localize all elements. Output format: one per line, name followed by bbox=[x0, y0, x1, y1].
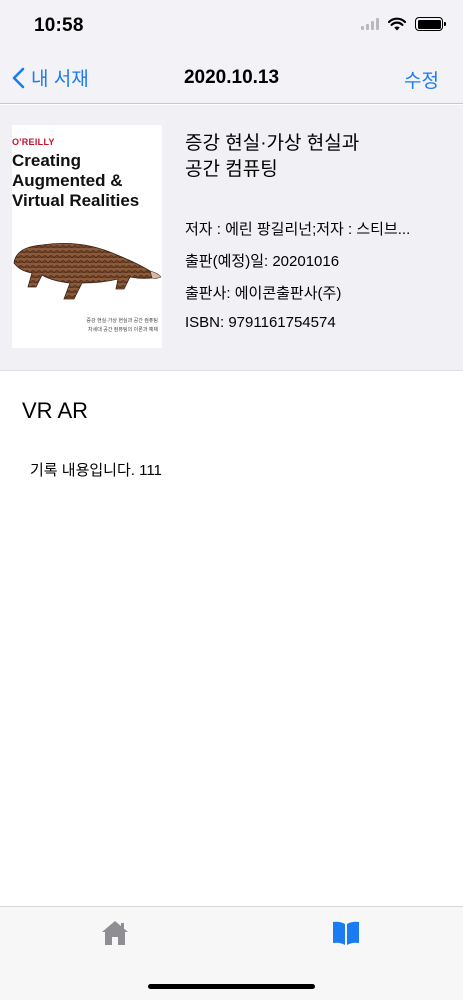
status-icons bbox=[361, 17, 446, 31]
tab-home[interactable] bbox=[100, 919, 130, 947]
book-pub-date: 출판(예정)일: 20201016 bbox=[185, 253, 340, 270]
cover-title: Creating Augmented & Virtual Realities bbox=[12, 151, 140, 210]
battery-icon bbox=[415, 17, 446, 31]
cover-subtitle: 증강 현실·가상 현실과 공간 컴퓨팅 bbox=[86, 318, 158, 324]
edit-button[interactable]: 수정 bbox=[404, 66, 439, 93]
pangolin-illustration bbox=[13, 243, 162, 300]
book-info-section: O'REILLY Creating Augmented & Virtual Re… bbox=[0, 105, 463, 371]
book-icon bbox=[333, 921, 359, 945]
status-bar: 10:58 bbox=[0, 0, 463, 50]
cover-publisher-logo: O'REILLY bbox=[12, 137, 55, 147]
book-isbn: ISBN: 9791161754574 bbox=[185, 314, 336, 331]
wifi-icon bbox=[388, 17, 406, 31]
book-publisher: 출판사: 에이콘출판사(주) bbox=[185, 285, 342, 302]
home-icon bbox=[102, 921, 128, 945]
book-title: 증강 현실·가상 현실과 공간 컴퓨팅 bbox=[185, 133, 360, 180]
tab-library[interactable] bbox=[331, 919, 361, 947]
book-author: 저자 : 에린 팡길리넌;저자 : 스티브... bbox=[185, 221, 411, 238]
status-time: 10:58 bbox=[34, 15, 84, 36]
record-body: 기록 내용입니다. 111 bbox=[30, 462, 162, 479]
cellular-signal-icon bbox=[361, 18, 379, 30]
home-indicator bbox=[148, 984, 315, 989]
page-title: 2020.10.13 bbox=[183, 67, 280, 88]
record-title: VR AR bbox=[22, 398, 89, 423]
navigation-bar: 내 서재 2020.10.13 수정 bbox=[0, 50, 463, 104]
book-cover-image[interactable]: O'REILLY Creating Augmented & Virtual Re… bbox=[12, 125, 162, 348]
cover-tagline: 차세대 공간 컴퓨팅의 이론과 예제 bbox=[88, 327, 158, 333]
